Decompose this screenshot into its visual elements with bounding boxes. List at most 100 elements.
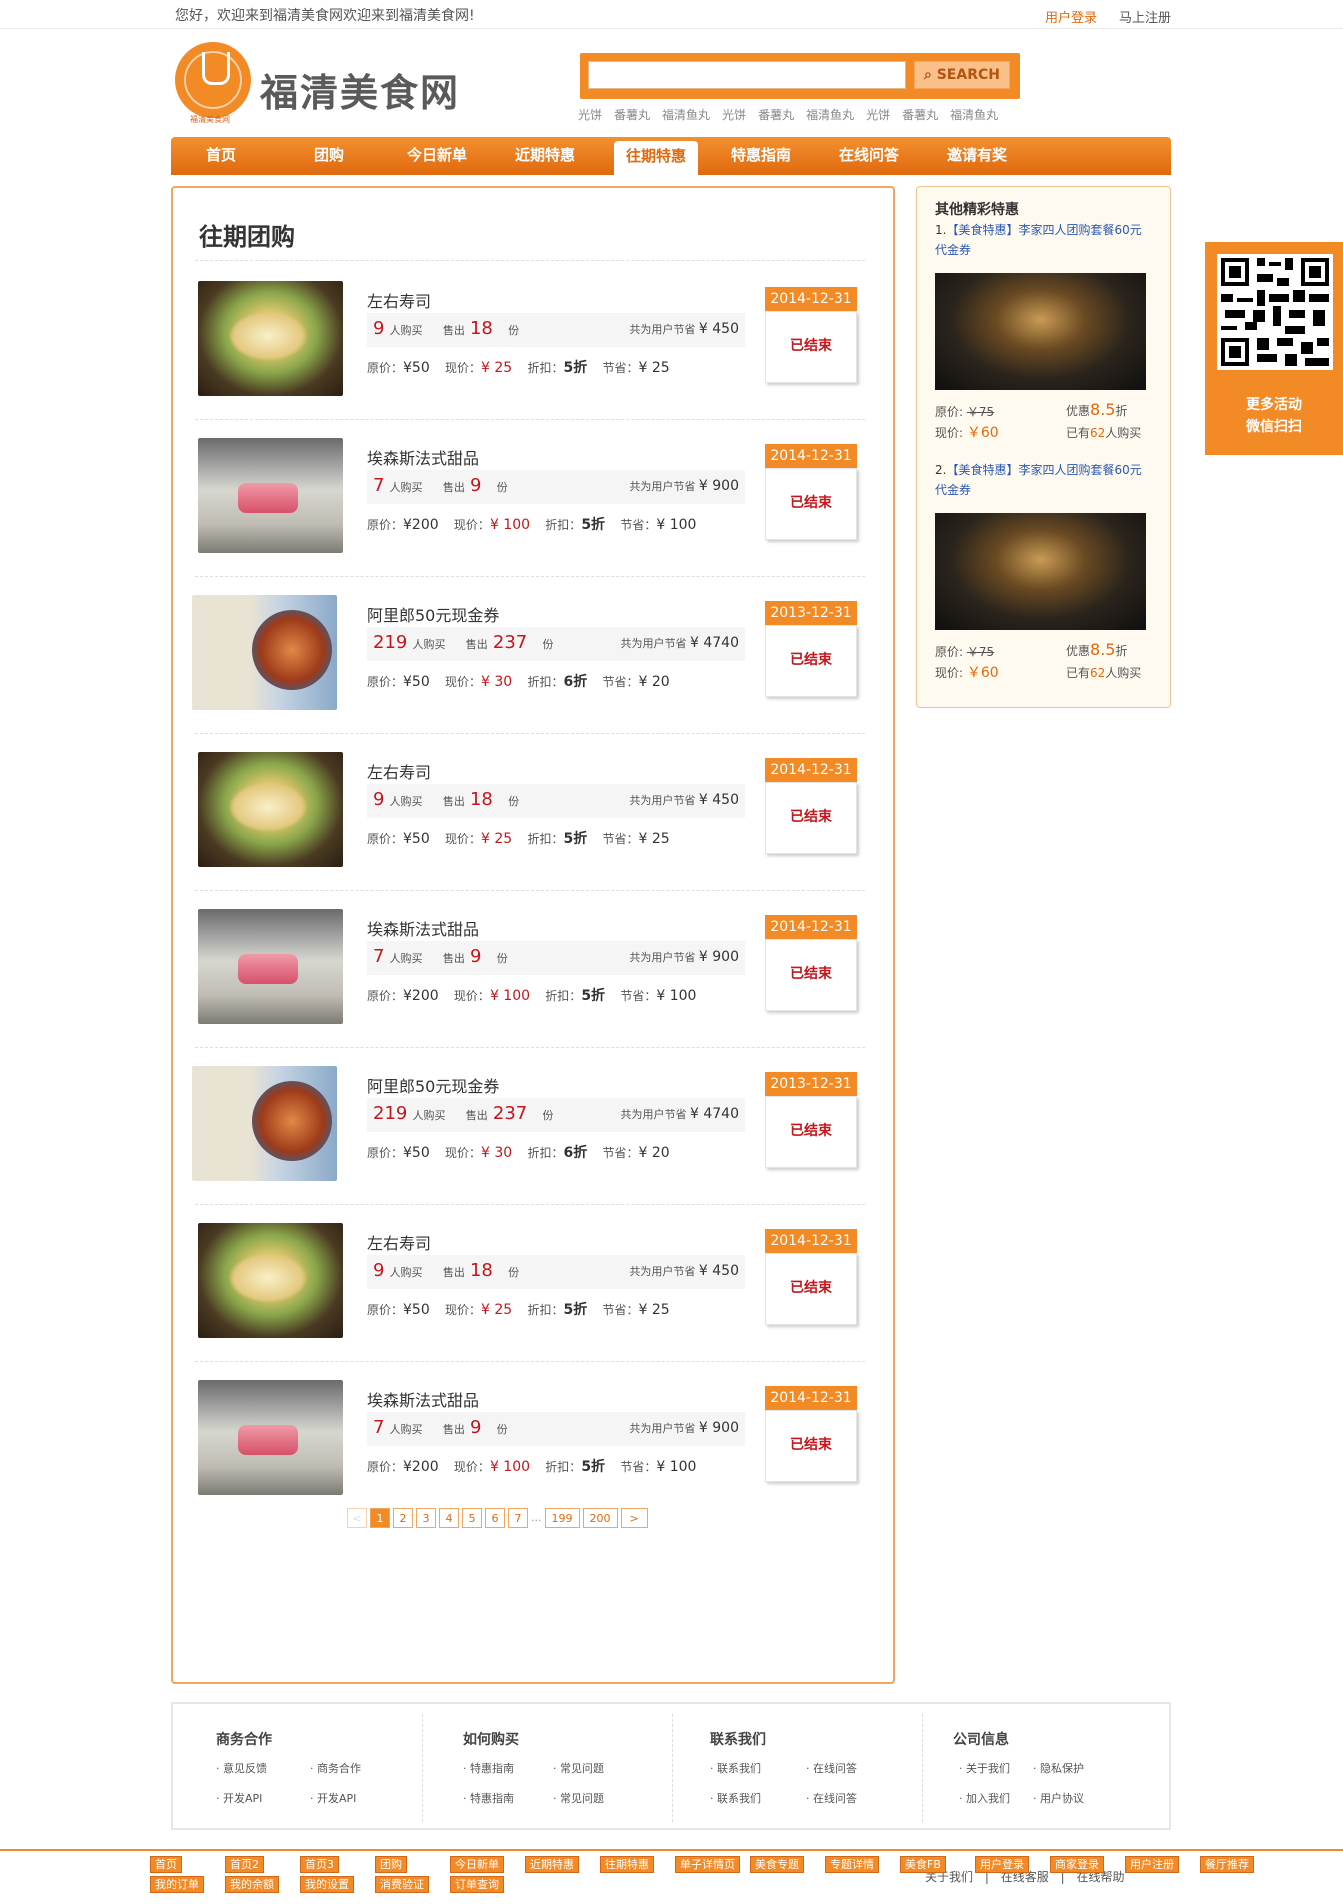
footer-link[interactable]: · 联系我们 [710, 1790, 761, 1806]
footer-link[interactable]: · 用户协议 [1033, 1790, 1084, 1806]
quick-button[interactable]: 美食专题 [750, 1856, 804, 1873]
quick-button[interactable]: 今日新单 [450, 1856, 504, 1873]
footer-link[interactable]: · 加入我们 [959, 1790, 1010, 1806]
deal-name[interactable]: 左右寿司 [367, 1230, 431, 1254]
deal-item[interactable]: 埃森斯法式甜品 7 人购买 售出 9 份共为用户节省 ¥ 900 原价：¥200 现… [190, 1372, 870, 1529]
footer-link[interactable]: · 在线问答 [806, 1790, 857, 1806]
footer-link[interactable]: · 关于我们 [959, 1760, 1010, 1776]
quick-button[interactable]: 美食FB [900, 1856, 946, 1873]
deal-photo[interactable] [198, 1223, 343, 1338]
hot-word[interactable]: 光饼 [578, 108, 602, 122]
nav-recent-deals[interactable]: 近期特惠 [495, 137, 595, 175]
deal-photo[interactable] [192, 595, 337, 710]
nav-home[interactable]: 首页 [171, 137, 271, 175]
quick-button[interactable]: 首页2 [225, 1856, 264, 1873]
deal-name[interactable]: 埃森斯法式甜品 [367, 1387, 479, 1411]
deal-photo[interactable] [198, 1380, 343, 1495]
page-button[interactable]: 4 [439, 1508, 459, 1528]
quick-button[interactable]: 餐厅推荐 [1200, 1856, 1254, 1873]
sidebar-deal-link[interactable]: 1.【美食特惠】李家四人团购套餐60元代金券 [935, 220, 1145, 260]
deal-item[interactable]: 左右寿司 9 人购买 售出 18 份共为用户节省 ¥ 450 原价：¥50 现价：¥… [190, 1215, 870, 1372]
deal-name[interactable]: 埃森斯法式甜品 [367, 445, 479, 469]
deal-name[interactable]: 左右寿司 [367, 288, 431, 312]
page-button[interactable]: 1 [370, 1508, 390, 1528]
quick-button[interactable]: 用户登录 [975, 1856, 1029, 1873]
deal-name[interactable]: 阿里郎50元现金券 [367, 1073, 499, 1097]
footer-link[interactable]: · 在线问答 [806, 1760, 857, 1776]
sidebar-deal-image[interactable] [935, 273, 1146, 390]
logo-text[interactable]: 福清美食网 [260, 62, 460, 117]
wechat-qr-panel[interactable]: 更多活动 微信扫扫 [1205, 242, 1343, 455]
page-button[interactable]: 5 [462, 1508, 482, 1528]
sidebar-deal-link[interactable]: 2.【美食特惠】李家四人团购套餐60元代金券 [935, 460, 1145, 500]
page-button[interactable]: 6 [485, 1508, 505, 1528]
quick-button[interactable]: 专题详情 [825, 1856, 879, 1873]
quick-button[interactable]: 订单查询 [450, 1876, 504, 1893]
quick-button[interactable]: 首页 [150, 1856, 182, 1873]
nav-qa[interactable]: 在线问答 [819, 137, 919, 175]
quick-button[interactable]: 我的设置 [300, 1876, 354, 1893]
deal-stats: 7 人购买 售出 9 份共为用户节省 ¥ 900 [367, 941, 745, 975]
hot-word[interactable]: 番薯丸 [902, 108, 938, 122]
page-button[interactable]: 199 [544, 1508, 580, 1528]
deal-name[interactable]: 埃森斯法式甜品 [367, 916, 479, 940]
deal-photo[interactable] [192, 1066, 337, 1181]
nav-past-deals[interactable]: 往期特惠 [614, 141, 698, 175]
sidebar-deal-image[interactable] [935, 513, 1146, 630]
footer-link[interactable]: · 意见反馈 [216, 1760, 267, 1776]
deal-item[interactable]: 埃森斯法式甜品 7 人购买 售出 9 份共为用户节省 ¥ 900 原价：¥200 现… [190, 430, 870, 587]
quick-button[interactable]: 近期特惠 [525, 1856, 579, 1873]
footer-link[interactable]: · 联系我们 [710, 1760, 761, 1776]
hot-word[interactable]: 番薯丸 [614, 108, 650, 122]
hot-word[interactable]: 福清鱼丸 [806, 108, 854, 122]
page-button[interactable]: 7 [508, 1508, 528, 1528]
footer-link[interactable]: · 常见问题 [553, 1760, 604, 1776]
search-input[interactable] [588, 61, 906, 89]
nav-group-buy[interactable]: 团购 [279, 137, 379, 175]
quick-button[interactable]: 单子详情页 [675, 1856, 740, 1873]
footer-link[interactable]: · 开发API [310, 1790, 356, 1806]
quick-button[interactable]: 我的订单 [150, 1876, 204, 1893]
deal-photo[interactable] [198, 909, 343, 1024]
prev-page-button[interactable]: < [347, 1508, 367, 1528]
deal-item[interactable]: 埃森斯法式甜品 7 人购买 售出 9 份共为用户节省 ¥ 900 原价：¥200 现… [190, 901, 870, 1058]
quick-button[interactable]: 用户注册 [1125, 1856, 1179, 1873]
quick-button[interactable]: 消费验证 [375, 1876, 429, 1893]
deal-item[interactable]: 阿里郎50元现金券 219 人购买 售出 237 份共为用户节省 ¥ 4740 原价… [190, 1058, 870, 1215]
login-link[interactable]: 用户登录 [1045, 7, 1097, 26]
hot-word[interactable]: 光饼 [866, 108, 890, 122]
deal-name[interactable]: 阿里郎50元现金券 [367, 602, 499, 626]
search-button[interactable]: ⌕ SEARCH [914, 61, 1010, 89]
next-page-button[interactable]: > [620, 1508, 648, 1528]
footer-link[interactable]: · 特惠指南 [463, 1790, 514, 1806]
page-button[interactable]: 200 [582, 1508, 618, 1528]
deal-name[interactable]: 左右寿司 [367, 759, 431, 783]
hot-word[interactable]: 番薯丸 [758, 108, 794, 122]
footer-link[interactable]: · 商务合作 [310, 1760, 361, 1776]
deal-item[interactable]: 阿里郎50元现金券 219 人购买 售出 237 份共为用户节省 ¥ 4740 原价… [190, 587, 870, 744]
quick-button[interactable]: 往期特惠 [600, 1856, 654, 1873]
page-button[interactable]: 2 [393, 1508, 413, 1528]
nav-today[interactable]: 今日新单 [387, 137, 487, 175]
logo-icon[interactable] [175, 42, 251, 118]
quick-button[interactable]: 商家登录 [1050, 1856, 1104, 1873]
footer-link[interactable]: · 隐私保护 [1033, 1760, 1084, 1776]
deal-photo[interactable] [198, 438, 343, 553]
hot-word[interactable]: 光饼 [722, 108, 746, 122]
register-link[interactable]: 马上注册 [1119, 7, 1171, 26]
quick-button[interactable]: 我的余额 [225, 1876, 279, 1893]
footer-link[interactable]: · 特惠指南 [463, 1760, 514, 1776]
footer-link[interactable]: · 常见问题 [553, 1790, 604, 1806]
nav-invite[interactable]: 邀请有奖 [927, 137, 1027, 175]
quick-button[interactable]: 首页3 [300, 1856, 339, 1873]
page-button[interactable]: 3 [416, 1508, 436, 1528]
quick-button[interactable]: 团购 [375, 1856, 407, 1873]
deal-photo[interactable] [198, 752, 343, 867]
nav-guide[interactable]: 特惠指南 [711, 137, 811, 175]
hot-word[interactable]: 福清鱼丸 [950, 108, 998, 122]
deal-item[interactable]: 左右寿司 9 人购买 售出 18 份共为用户节省 ¥ 450 原价：¥50 现价：¥… [190, 273, 870, 430]
deal-photo[interactable] [198, 281, 343, 396]
footer-link[interactable]: · 开发API [216, 1790, 262, 1806]
deal-item[interactable]: 左右寿司 9 人购买 售出 18 份共为用户节省 ¥ 450 原价：¥50 现价：¥… [190, 744, 870, 901]
hot-word[interactable]: 福清鱼丸 [662, 108, 710, 122]
